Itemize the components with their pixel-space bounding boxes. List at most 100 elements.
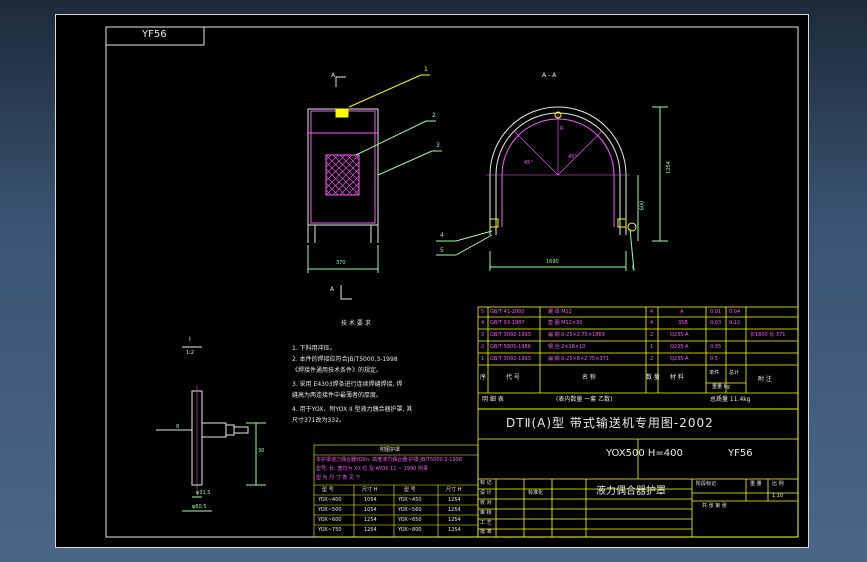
tech-req-line-4: 3. 采用 E4303焊条进行连续焊缝焊接, 焊: [292, 381, 403, 388]
title-series: DTⅡ(A)型 带式输送机专用图-2002: [506, 416, 714, 430]
dim-height-lower: 600: [639, 200, 646, 211]
title-std: 标准化: [528, 490, 544, 496]
dim-width-arc: 1690: [546, 259, 559, 265]
small-table-cell: 1054: [364, 497, 377, 503]
bom-qty: 4: [650, 320, 654, 326]
bom-mat: Q235-A: [670, 344, 689, 350]
bom-code: GB/T 3092-1993: [490, 356, 531, 362]
small-table-cell: 1254: [448, 507, 461, 513]
small-table-cell: YOX~560: [398, 507, 422, 513]
section-view: [436, 106, 668, 272]
small-table-cell: YOX~750: [318, 527, 342, 533]
bom-header-note: 附 注: [758, 376, 772, 383]
title-stage: 阶段标记: [696, 481, 717, 487]
bom-code: GB/T 93-1987: [490, 320, 525, 326]
tech-req-line-7: 尺寸371改为332。: [292, 417, 345, 424]
tech-req-line-3: 《焊接件通用技术条件》的规定。: [292, 367, 383, 374]
small-table-note-3: 型 为 尺 寸 表 见 下: [316, 475, 361, 481]
bom-mat: A: [680, 309, 684, 315]
bom-header-total: 总计: [729, 370, 740, 376]
small-table-cell: 1254: [448, 517, 461, 523]
small-table-cell: YOX~400: [318, 497, 342, 503]
drawing-sheet: YF56 A A 1 2 3 370 A - A 45° 45° R 1690 …: [55, 14, 809, 548]
code-box-label: YF56: [142, 29, 167, 40]
title-sheet: 共 张 第 张: [702, 503, 727, 509]
detail-callout: I: [632, 264, 634, 271]
bom-qty: 1: [650, 344, 654, 350]
title-code: YF56: [728, 448, 753, 459]
small-table-cell: YOX~800: [398, 527, 422, 533]
bom-code: GB/T 41-2000: [490, 309, 525, 315]
part-number-5: 5: [440, 247, 444, 254]
bom-qty: 4: [650, 309, 654, 315]
small-table-h3: 型 号: [404, 487, 416, 493]
bom-header-name: 名 称: [582, 374, 596, 381]
bom-unit: 0.5: [710, 356, 718, 362]
dim-height-total: 1254: [665, 161, 672, 174]
detail-view: [156, 346, 266, 512]
section-label: A - A: [542, 72, 557, 79]
title-ratio: 比 例: [772, 481, 784, 487]
bom-mat: 35B: [678, 320, 688, 326]
bom-no: 3: [481, 332, 485, 338]
bom-note: 长1800 长 371: [750, 332, 786, 338]
part-number-2: 2: [432, 112, 436, 119]
small-table-cell: 1254: [448, 497, 461, 503]
tech-req-line-2: 2. 本件的焊接应符合JB/T5000.3-1998: [292, 356, 398, 363]
view-marker-top: A: [331, 72, 336, 79]
title-row-label: 校 对: [480, 500, 492, 506]
bom-no: 1: [481, 356, 485, 362]
detail-label: I: [189, 336, 191, 343]
bom-header-code: 代 号: [506, 374, 520, 381]
bom-name: 钢 丝 2×18×10: [548, 344, 586, 350]
title-weight: 重 量: [750, 481, 762, 487]
small-table-cell: YOX~500: [318, 507, 342, 513]
dim-width-left: 370: [336, 260, 346, 266]
front-view: [307, 74, 442, 300]
small-table-note-2: 型号, 长, 宽均为 XX 位 及 AYOX 11 ~ 1990 附录: [316, 466, 429, 472]
title-name: 液力偶合器护罩: [596, 486, 666, 497]
title-spec: YOX500 H=400: [606, 448, 683, 459]
title-row-label: 设 计: [480, 490, 492, 496]
title-row-label: 标 记: [480, 480, 492, 486]
bom-unit: 0.35: [710, 344, 722, 350]
small-table-cell: 1254: [448, 527, 461, 533]
bom-code: GB/T 5805-1986: [490, 344, 531, 350]
bom-mat: Q235-A: [670, 332, 689, 338]
small-table-cell: YOX~450: [398, 497, 422, 503]
small-table-note-1: 本护罩液力偶合器YOXn, 高度液力偶合器 护罩 JB/T5000.3-1998: [316, 457, 463, 463]
small-table-h1: 型 号: [322, 487, 334, 493]
bom-header-no: 序: [480, 374, 487, 381]
title-scale: 1:10: [772, 493, 784, 499]
small-table-title: 附图护罩: [380, 447, 401, 453]
detail-scale: 1:2: [186, 350, 195, 356]
detail-d2: φ60.5: [192, 504, 207, 510]
bom-footer-note: 明 细 表: [482, 396, 504, 403]
bom-header-mat: 材 料: [670, 374, 684, 381]
bom-name: 扁 钢 b-25×2.75×1869: [548, 332, 605, 338]
bom-qty: 2: [650, 332, 654, 338]
bom-no: 5: [481, 309, 485, 315]
tech-req-title: 技 术 要 求: [341, 320, 371, 327]
bom-name: 扁 钢 b-25×8×2.75×371: [548, 356, 609, 362]
bom-unit: 0.01: [710, 309, 722, 315]
small-table-h2: 尺寸 H: [362, 487, 378, 493]
bom-unit: 0.03: [710, 320, 722, 326]
part-number-4: 4: [440, 232, 444, 239]
small-table-cell: YOX~650: [398, 517, 422, 523]
small-table-cell: 1254: [364, 527, 377, 533]
small-table-cell: 1054: [364, 507, 377, 513]
small-table-cell: YOX~600: [318, 517, 342, 523]
tech-req-line-6: 4. 用于YOX、附YOX II 型液力偶合器护罩, 其: [292, 406, 413, 413]
detail-h: 30: [258, 448, 265, 454]
bom-qty: 2: [650, 356, 654, 362]
view-marker-bottom: A: [330, 286, 335, 293]
dim-angle-2: 45°: [568, 154, 577, 160]
bom-total: 0.04: [729, 309, 741, 315]
title-row-label: 审 核: [480, 510, 492, 516]
bom-header-weight: 重量 kg: [712, 384, 730, 390]
detail-w: 8: [176, 424, 180, 430]
bom-header-unit: 单件: [709, 370, 720, 376]
bom-name: 螺 母 M12: [548, 309, 572, 315]
part-number-3: 3: [436, 142, 440, 149]
